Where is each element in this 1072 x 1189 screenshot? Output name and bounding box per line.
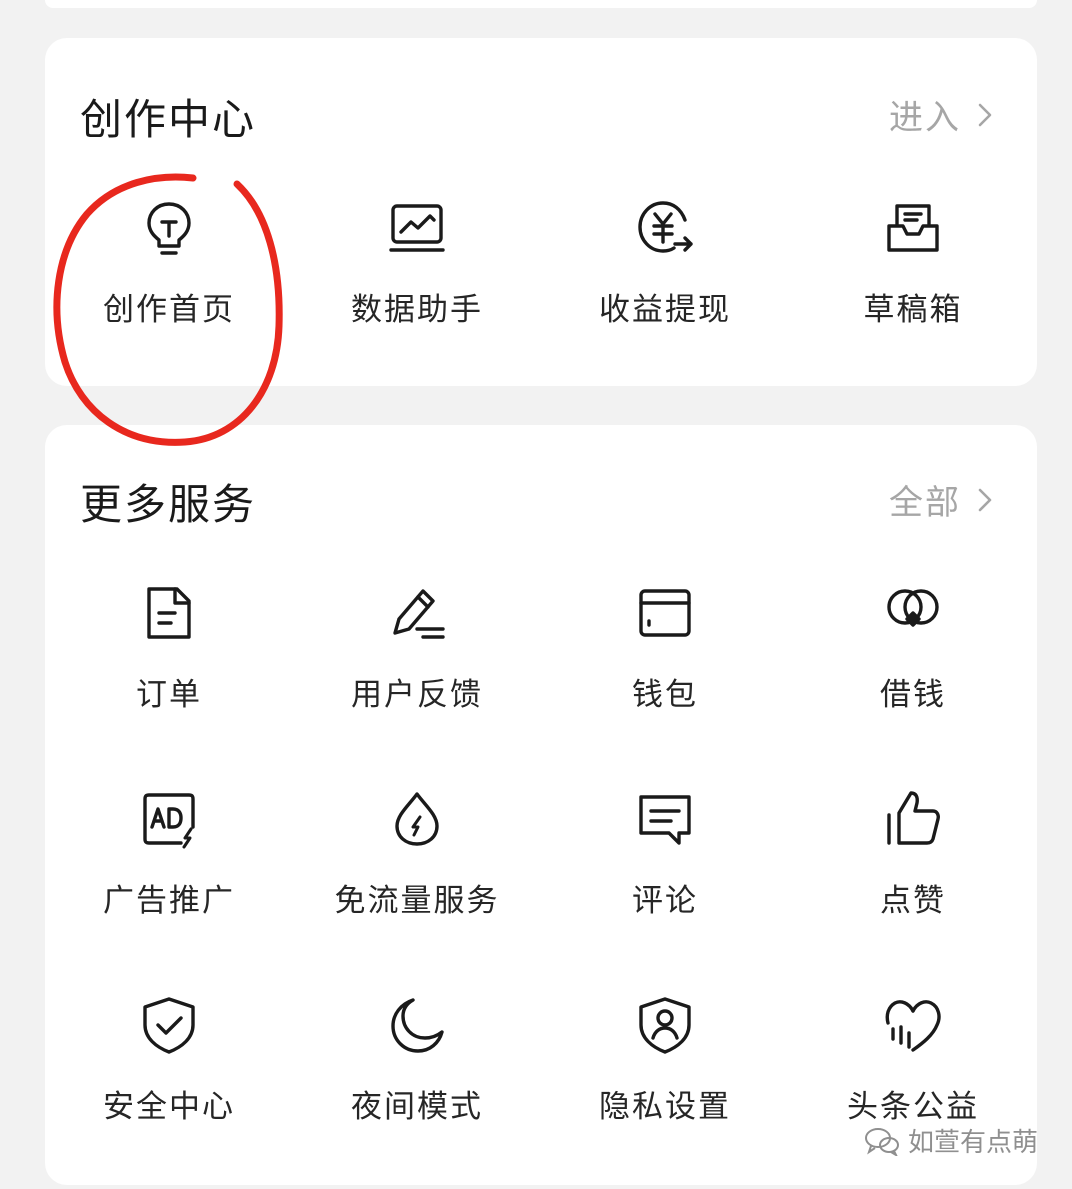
wallet-icon	[635, 583, 695, 643]
tile-night-mode[interactable]: 夜间模式	[293, 995, 541, 1145]
yuan-withdraw-icon	[635, 198, 695, 258]
more-services-card: 更多服务 全部 订单 用户反馈 钱包 借钱 广告推广 免流量服务 评论 点赞 安…	[45, 425, 1037, 1185]
tile-label: 收益提现	[599, 292, 731, 328]
chevron-right-icon	[978, 488, 992, 511]
moon-icon	[387, 995, 447, 1055]
thumbs-up-icon	[883, 789, 943, 849]
tile-label: 点赞	[880, 883, 946, 919]
water-drop-icon	[387, 789, 447, 849]
tile-data-free-service[interactable]: 免流量服务	[293, 789, 541, 939]
tile-user-feedback[interactable]: 用户反馈	[293, 583, 541, 733]
tile-privacy-settings[interactable]: 隐私设置	[541, 995, 789, 1145]
tile-label: 钱包	[632, 677, 698, 713]
more-services-title: 更多服务	[80, 480, 257, 529]
shield-check-icon	[139, 995, 199, 1055]
more-services-all-link[interactable]: 全部	[889, 475, 999, 524]
wechat-watermark: 如萱有点萌	[864, 1122, 1038, 1159]
tile-label: 订单	[136, 677, 202, 713]
tile-comments[interactable]: 评论	[541, 789, 789, 939]
tile-label: 免流量服务	[334, 883, 500, 919]
tile-drafts[interactable]: 草稿箱	[789, 198, 1037, 348]
tile-label: 头条公益	[847, 1089, 979, 1125]
watermark-text: 如萱有点萌	[907, 1128, 1038, 1158]
chart-monitor-icon	[387, 198, 447, 258]
tile-label: 用户反馈	[351, 677, 483, 713]
loan-coins-icon	[883, 583, 943, 643]
tile-security-center[interactable]: 安全中心	[45, 995, 293, 1145]
tile-label: 安全中心	[103, 1089, 235, 1125]
tile-label: 创作首页	[103, 292, 235, 328]
wechat-logo-icon	[864, 1127, 899, 1156]
charity-heart-icon	[883, 995, 943, 1055]
order-document-icon	[139, 583, 199, 643]
page: 创作中心 进入 创作首页 数据助手 收益提现 草稿箱 更多服务 全部 订单 用户…	[0, 0, 1072, 1189]
tile-likes[interactable]: 点赞	[789, 789, 1037, 939]
tile-data-assistant[interactable]: 数据助手	[293, 198, 541, 348]
tile-label: 隐私设置	[599, 1089, 731, 1125]
creation-center-enter-link[interactable]: 进入	[889, 90, 999, 139]
enter-link-label: 进入	[889, 98, 961, 138]
all-link-label: 全部	[889, 483, 961, 523]
lightbulb-icon	[139, 198, 199, 258]
tile-label: 夜间模式	[351, 1089, 483, 1125]
comment-icon	[635, 789, 695, 849]
top-card-edge	[45, 0, 1037, 8]
tile-label: 数据助手	[351, 292, 483, 328]
ad-promotion-icon	[139, 789, 199, 849]
services-row-1: 订单 用户反馈 钱包 借钱	[45, 583, 1037, 733]
tile-label: 广告推广	[103, 883, 235, 919]
tile-label: 评论	[632, 883, 698, 919]
creation-center-title: 创作中心	[80, 95, 257, 144]
tile-label: 草稿箱	[863, 292, 963, 328]
tile-borrow-money[interactable]: 借钱	[789, 583, 1037, 733]
tile-wallet[interactable]: 钱包	[541, 583, 789, 733]
tile-creation-home[interactable]: 创作首页	[45, 198, 293, 348]
creation-center-card: 创作中心 进入 创作首页 数据助手 收益提现 草稿箱	[45, 38, 1037, 386]
pen-feedback-icon	[387, 583, 447, 643]
services-row-2: 广告推广 免流量服务 评论 点赞	[45, 789, 1037, 939]
draft-box-icon	[883, 198, 943, 258]
tile-label: 借钱	[880, 677, 946, 713]
privacy-shield-icon	[635, 995, 695, 1055]
tile-earnings-withdraw[interactable]: 收益提现	[541, 198, 789, 348]
tile-orders[interactable]: 订单	[45, 583, 293, 733]
tile-ad-promotion[interactable]: 广告推广	[45, 789, 293, 939]
creation-center-row: 创作首页 数据助手 收益提现 草稿箱	[45, 198, 1037, 348]
chevron-right-icon	[978, 103, 992, 126]
